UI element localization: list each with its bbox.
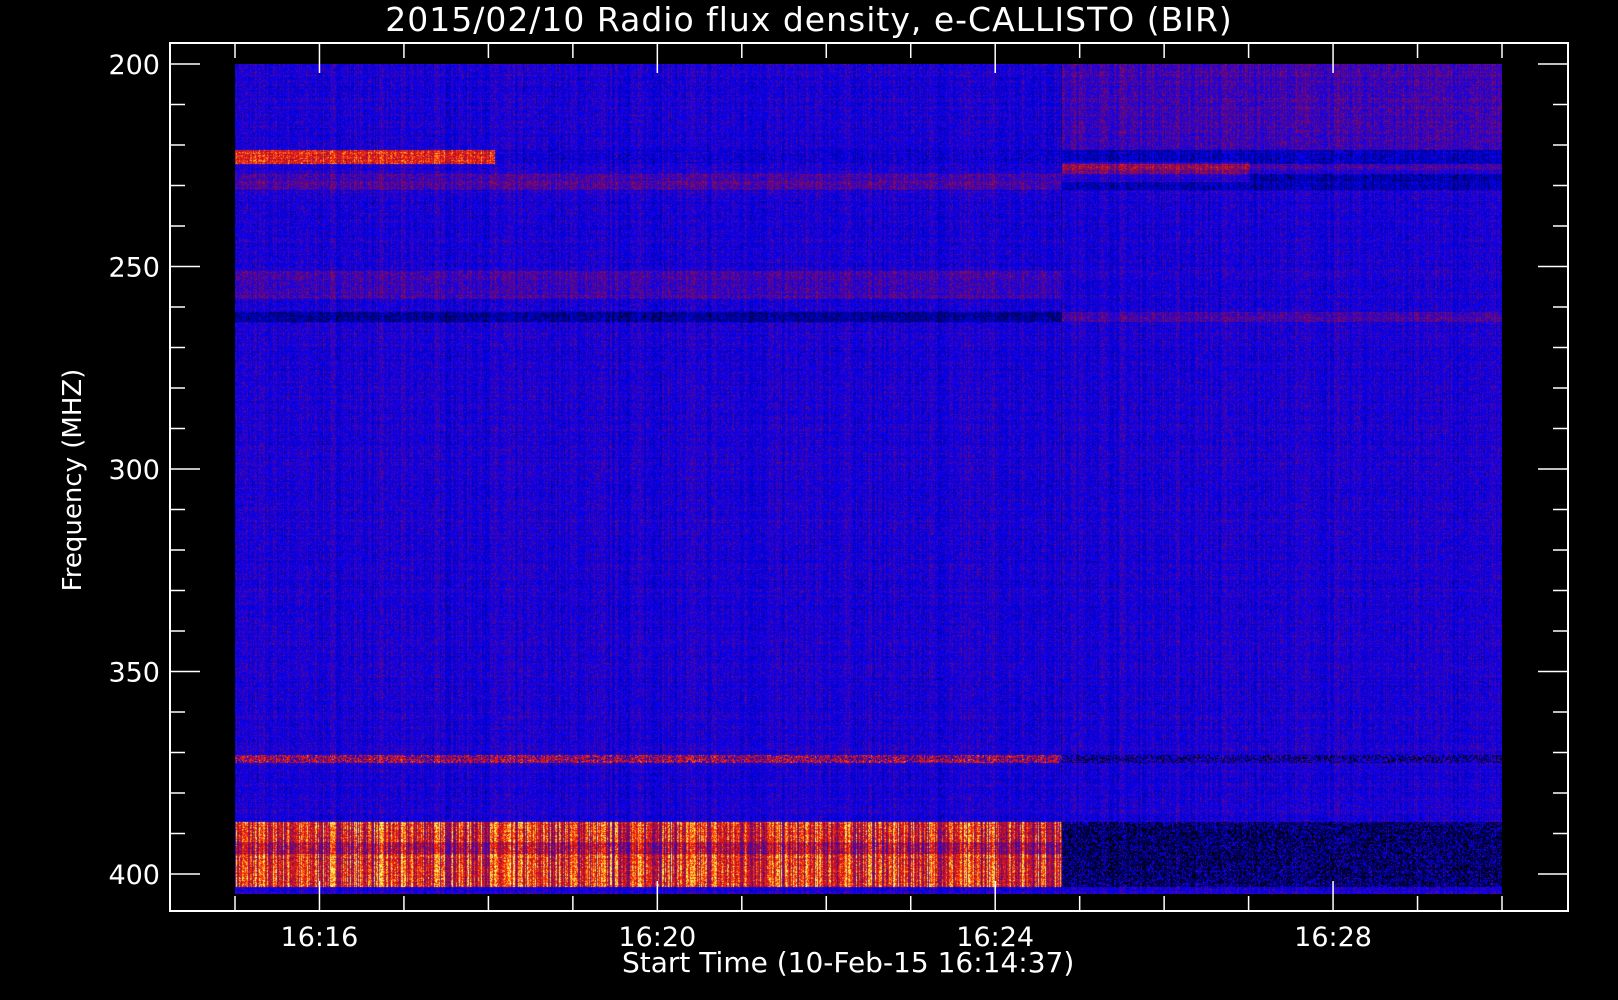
y-tick-label: 250 xyxy=(108,253,160,284)
y-tick-label: 200 xyxy=(108,50,160,81)
y-tick-label: 300 xyxy=(108,455,160,486)
x-axis-label: Start Time (10-Feb-15 16:14:37) xyxy=(622,946,1075,979)
y-tick-label: 350 xyxy=(108,658,160,689)
y-axis-label: Frequency (MHZ) xyxy=(58,368,88,592)
y-tick-label: 400 xyxy=(108,860,160,891)
axes: 20025030035040016:16 16:20 16:24 16:28 xyxy=(108,42,1569,953)
plot-frame xyxy=(169,42,1569,912)
